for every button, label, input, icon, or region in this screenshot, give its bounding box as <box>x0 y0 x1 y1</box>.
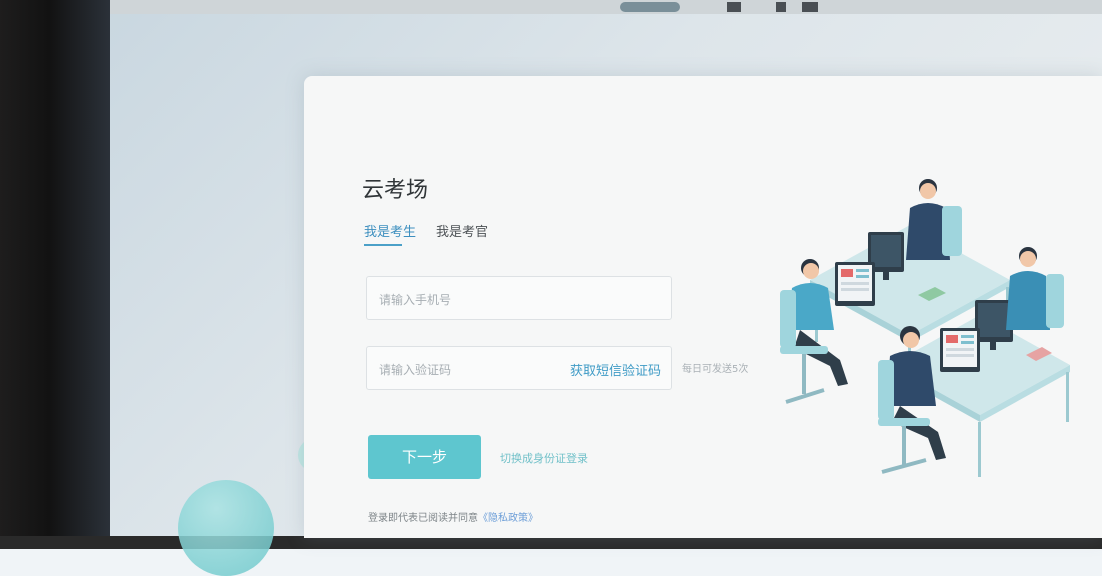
tab-examiner[interactable]: 我是考官 <box>436 221 488 240</box>
agreement-prefix: 登录即代表已阅读并同意 <box>368 513 478 524</box>
phone-placeholder: 请输入手机号 <box>379 293 452 307</box>
verification-code-input[interactable]: 请输入验证码 获取短信验证码 <box>366 346 672 390</box>
agreement-text: 登录即代表已阅读并同意《隐私政策》 <box>368 509 538 524</box>
phone-input[interactable]: 请输入手机号 <box>366 276 672 320</box>
browser-toolbar-icon <box>727 2 741 12</box>
privacy-policy-link[interactable]: 《隐私政策》 <box>478 513 538 524</box>
office-workers-illustration-icon <box>780 179 1070 477</box>
daily-limit-hint: 每日可发送5次 <box>682 364 749 375</box>
get-sms-code-link[interactable]: 获取短信验证码 <box>570 360 661 379</box>
active-tab-indicator <box>364 244 402 246</box>
browser-tab-indicator <box>620 2 680 12</box>
screen-bezel <box>0 0 110 549</box>
next-button[interactable]: 下一步 <box>368 435 481 479</box>
tab-student[interactable]: 我是考生 <box>364 221 416 240</box>
switch-id-card-login-link[interactable]: 切换成身份证登录 <box>500 450 588 466</box>
page-title: 云考场 <box>362 178 429 203</box>
browser-toolbar-icon <box>776 2 786 12</box>
browser-toolbar-icon <box>802 2 818 12</box>
decorative-circle <box>178 480 274 576</box>
browser-top-bar <box>110 0 1102 14</box>
code-placeholder: 请输入验证码 <box>379 363 452 377</box>
